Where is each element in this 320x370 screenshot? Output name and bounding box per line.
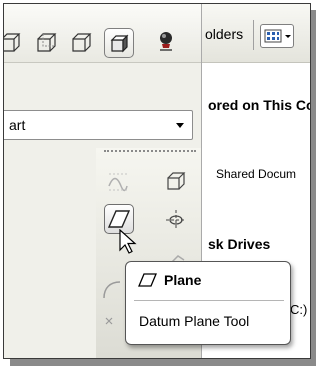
spline-disabled-icon[interactable] — [106, 168, 130, 192]
views-button[interactable] — [260, 24, 294, 48]
curve-icon[interactable] — [100, 276, 124, 300]
shaded-view-button[interactable] — [104, 28, 134, 58]
part-cube-icon[interactable] — [164, 168, 188, 192]
wireframe-cube-icon[interactable] — [4, 31, 22, 55]
toolbar-divider — [253, 20, 254, 50]
tooltip-title: Plane — [138, 272, 201, 288]
chevron-down-icon[interactable] — [176, 123, 184, 128]
screenshot-frame: art olders ored on This Co Shared Docum … — [3, 3, 311, 359]
section-disk-heading: sk Drives — [208, 236, 271, 252]
tooltip: Plane Datum Plane Tool — [125, 261, 291, 345]
datum-axis-icon[interactable] — [164, 208, 188, 232]
palette-grip[interactable] — [104, 150, 196, 152]
mouse-cursor-icon — [119, 229, 137, 254]
explorer-toolbar: olders — [202, 4, 310, 63]
point-icon[interactable] — [100, 304, 124, 328]
tooltip-title-text: Plane — [164, 272, 202, 288]
views-grid-icon — [264, 29, 291, 43]
hidden-line-cube-icon[interactable] — [34, 31, 58, 55]
tooltip-divider — [134, 300, 284, 301]
folders-button[interactable]: olders — [205, 26, 243, 42]
part-combo[interactable]: art — [4, 110, 193, 140]
display-toolbar — [4, 4, 201, 63]
part-combo-value: art — [9, 117, 26, 133]
light-bulb-icon[interactable] — [154, 30, 178, 54]
shared-documents-item[interactable]: Shared Docum — [216, 167, 296, 181]
shaded-cube-icon — [107, 31, 131, 55]
tooltip-description: Datum Plane Tool — [139, 313, 250, 329]
drive-c-item[interactable]: C:) — [290, 302, 307, 317]
section-stored-heading: ored on This Co — [208, 97, 311, 113]
plane-icon — [107, 207, 131, 231]
plane-icon — [138, 273, 157, 287]
no-hidden-cube-icon[interactable] — [69, 31, 93, 55]
